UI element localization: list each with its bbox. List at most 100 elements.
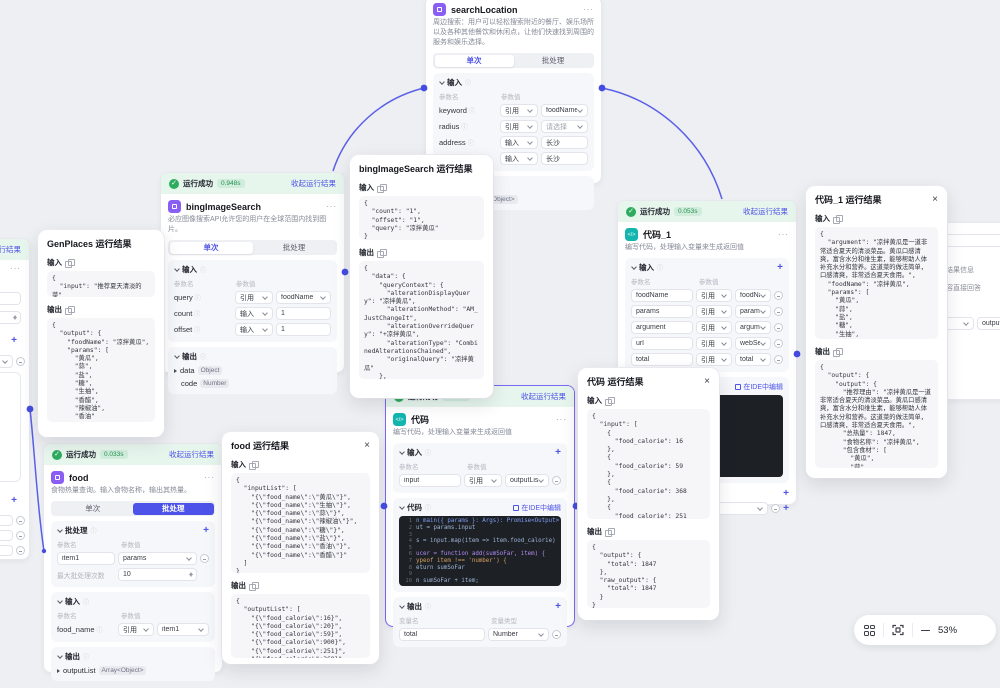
mode-select[interactable]: 引用	[696, 337, 732, 350]
node-code[interactable]: ✓ 运行成功 0.060s 收起运行结果 </> 代码 ··· 编写代码，处理输…	[385, 385, 575, 627]
more-menu-icon[interactable]: ···	[204, 473, 215, 482]
tab-single[interactable]: 单次	[170, 242, 253, 254]
value-select[interactable]: total	[735, 353, 771, 366]
copy-icon[interactable]	[65, 259, 73, 267]
add-child-button[interactable]: +	[783, 504, 789, 514]
copy-icon[interactable]	[377, 249, 385, 257]
tab-batch[interactable]: 批处理	[133, 503, 214, 515]
input-json[interactable]: { "count": "1", "offset": "1", "query": …	[359, 196, 484, 240]
param-name-input[interactable]: total	[631, 353, 693, 366]
output-json[interactable]: { "data": { "queryContext": { "alteratio…	[359, 261, 484, 379]
collapse-result-link[interactable]: 收起运行结果	[0, 244, 21, 255]
value-select[interactable]: params	[735, 305, 771, 318]
output-row-partial[interactable]	[0, 515, 13, 526]
remove-row-icon[interactable]	[552, 630, 561, 639]
zoom-out-icon[interactable]	[921, 630, 930, 631]
close-icon[interactable]: ×	[932, 195, 938, 205]
value-select[interactable]: webSearchU	[735, 337, 771, 350]
mode-select[interactable]: 引用	[500, 120, 538, 133]
copy-icon[interactable]	[249, 461, 257, 469]
value-input[interactable]: 1	[276, 323, 331, 336]
remove-row-icon[interactable]	[16, 546, 25, 555]
more-menu-icon[interactable]: ···	[326, 202, 337, 211]
edit-in-ide-link[interactable]: 在IDE中编辑	[513, 503, 561, 513]
more-menu-icon[interactable]: ···	[583, 5, 594, 14]
param-name-input[interactable]: foodName	[631, 289, 693, 302]
add-output-button[interactable]: +	[11, 496, 17, 506]
edit-in-ide-link[interactable]: 在IDE中编辑	[735, 382, 783, 392]
remove-row-icon[interactable]	[16, 357, 25, 366]
collapse-caret-icon[interactable]	[399, 505, 404, 510]
output-json[interactable]: { "outputList": [ "{\"food_calorie\":16}…	[231, 594, 370, 658]
remove-row-icon[interactable]	[16, 516, 25, 525]
value-select[interactable]: foodName	[541, 104, 588, 117]
copy-icon[interactable]	[833, 348, 841, 356]
collapse-caret-icon[interactable]	[399, 604, 404, 609]
mode-select[interactable]: 输入	[235, 323, 273, 336]
tab-single[interactable]: 单次	[53, 503, 134, 515]
mode-select[interactable]: 引用	[696, 353, 732, 366]
add-param-button[interactable]: +	[11, 336, 17, 346]
collapse-result-link[interactable]: 收起运行结果	[291, 178, 336, 189]
output-row-partial[interactable]	[0, 530, 13, 541]
remove-row-icon[interactable]	[552, 476, 561, 485]
param-name-input[interactable]: item1	[57, 552, 115, 565]
tab-batch[interactable]: 批处理	[253, 242, 336, 254]
max-batch-stepper[interactable]: 10	[118, 568, 197, 581]
input-json[interactable]: { "inputList": [ "{\"food_name\":\"黄瓜\"}…	[231, 473, 370, 573]
copy-icon[interactable]	[249, 582, 257, 590]
expand-caret-icon[interactable]	[57, 669, 60, 673]
collapse-caret-icon[interactable]	[57, 528, 62, 533]
remove-row-icon[interactable]	[774, 291, 783, 300]
zoom-level[interactable]: 53%	[938, 625, 957, 636]
more-menu-icon[interactable]: ···	[778, 230, 789, 239]
close-icon[interactable]: ×	[704, 377, 710, 387]
collapse-caret-icon[interactable]	[57, 654, 62, 659]
value-select[interactable]: foodName	[735, 289, 771, 302]
add-param-button[interactable]: +	[777, 263, 783, 273]
collapse-caret-icon[interactable]	[439, 80, 444, 85]
tab-batch[interactable]: 批处理	[514, 55, 593, 67]
more-menu-icon[interactable]: ···	[10, 264, 21, 273]
value-select[interactable]: foodName	[276, 291, 331, 304]
value-select[interactable]: 请选择	[541, 120, 588, 133]
mode-select[interactable]: 引用	[500, 104, 538, 117]
mode-select[interactable]: 输入	[500, 136, 538, 149]
select-partial[interactable]	[0, 355, 13, 368]
remove-row-icon[interactable]	[774, 323, 783, 332]
input-json[interactable]: { "input": [ { "food_calorie": 16 }, { "…	[587, 409, 710, 519]
value-select[interactable]: outputList	[505, 474, 549, 487]
remove-row-icon[interactable]	[771, 504, 780, 513]
tab-single[interactable]: 单次	[435, 55, 514, 67]
remove-row-icon[interactable]	[774, 339, 783, 348]
output-json[interactable]: { "output": { "total": 1847 }, "raw_outp…	[587, 540, 710, 608]
collapse-caret-icon[interactable]	[174, 267, 179, 272]
value-input[interactable]: 长沙	[541, 136, 588, 149]
param-name-input[interactable]: argument	[631, 321, 693, 334]
output-json[interactable]: { "output": { "output": { "推荐理由": "凉拌黄瓜是…	[815, 360, 938, 468]
copy-icon[interactable]	[605, 397, 613, 405]
input-json[interactable]: { "argument": "凉拌黄瓜是一道非常适合夏天的清淡菜品。黄瓜口感清爽…	[815, 227, 938, 339]
stepper-partial[interactable]	[0, 311, 21, 324]
var-type-select[interactable]: Number	[488, 628, 549, 641]
mode-select[interactable]: 引用	[696, 305, 732, 318]
value-select[interactable]: params	[118, 552, 197, 565]
value-select[interactable]: output	[977, 317, 1000, 330]
input-json[interactable]: { "input": "推荐夏天清淡的菜" }	[47, 271, 155, 297]
remove-row-icon[interactable]	[16, 531, 25, 540]
mode-select[interactable]: 输入	[235, 307, 273, 320]
add-param-button[interactable]: +	[555, 448, 561, 458]
collapse-result-link[interactable]: 收起运行结果	[169, 449, 214, 460]
value-input[interactable]: 长沙	[541, 152, 588, 165]
node-bing-image-search[interactable]: ✓ 运行成功 0.948s 收起运行结果 bingImageSearch ···…	[160, 172, 345, 373]
collapse-caret-icon[interactable]	[174, 354, 179, 359]
value-input[interactable]: 1	[276, 307, 331, 320]
layout-grid-icon[interactable]	[864, 625, 875, 636]
copy-icon[interactable]	[65, 306, 73, 314]
node-food[interactable]: ✓ 运行成功 0.033s 收起运行结果 food ··· 食物热量查询。输入食…	[43, 443, 223, 673]
prompt-textarea[interactable]	[0, 372, 21, 482]
workflow-canvas[interactable]: { "colors": { "accent": "#4d53e8", "succ…	[0, 0, 1000, 664]
add-param-button[interactable]: +	[203, 526, 209, 536]
field-partial[interactable]	[0, 292, 21, 305]
var-name-input[interactable]: total	[399, 628, 485, 641]
